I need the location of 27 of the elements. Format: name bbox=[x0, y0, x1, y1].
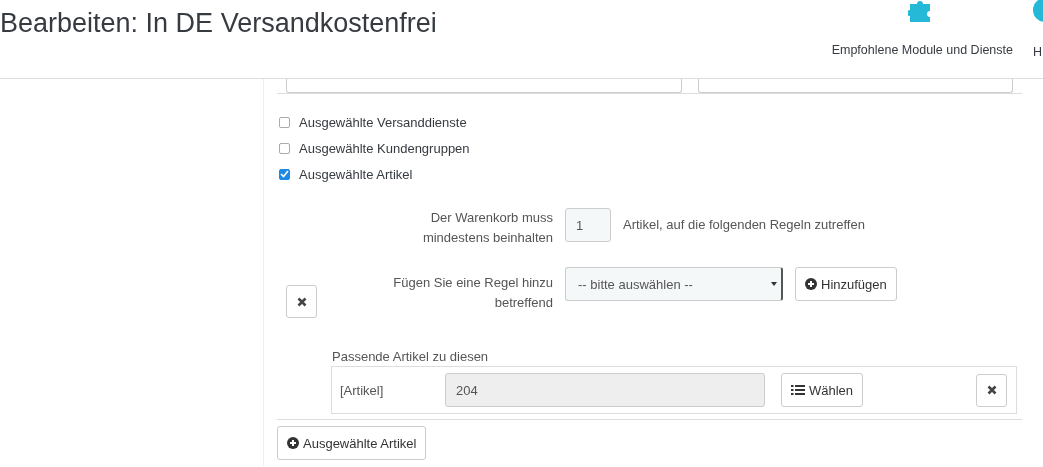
choose-button[interactable]: Wählen bbox=[781, 373, 864, 407]
checkbox[interactable] bbox=[279, 142, 290, 154]
checkbox-option[interactable]: Ausgewählte Artikel bbox=[279, 161, 1022, 187]
checkbox-option[interactable]: Ausgewählte Versanddienste bbox=[279, 109, 1022, 135]
rule-type-label: Fügen Sie eine Regel hinzu betreffend bbox=[392, 273, 553, 312]
list-icon bbox=[791, 384, 805, 396]
checkbox-option[interactable]: Ausgewählte Kundengruppen bbox=[279, 135, 1022, 161]
plus-circle-icon bbox=[805, 278, 817, 290]
add-rule-button[interactable]: Hinzufügen bbox=[795, 267, 897, 301]
rule-group-title: Passende Artikel zu diesen bbox=[332, 349, 490, 365]
add-group-button[interactable]: Ausgewählte Artikel bbox=[277, 426, 427, 460]
help-icon bbox=[1033, 0, 1043, 24]
rule-type-dropdown[interactable]: -- bitte auswählen -- bbox=[565, 267, 783, 301]
close-icon bbox=[296, 296, 307, 307]
plus-circle-icon bbox=[287, 437, 299, 449]
quantity-label: Der Warenkorb muss mindestens beinhalten bbox=[421, 209, 553, 247]
product-field[interactable]: 204 bbox=[445, 373, 765, 407]
quantity-field[interactable]: 1 bbox=[565, 208, 611, 242]
close-icon bbox=[986, 385, 997, 395]
checkbox[interactable] bbox=[279, 168, 290, 180]
checkbox[interactable] bbox=[279, 116, 290, 128]
quantity-suffix: Artikel, auf die folgenden Regeln zutreffen bbox=[623, 216, 865, 234]
caret-icon bbox=[771, 282, 777, 286]
page-title: Bearbeiten: In DE Versandkostenfrei bbox=[0, 7, 437, 40]
toolbar-link[interactable]: Empfohlene Module und Dienste bbox=[831, 0, 1013, 58]
rule-label: [Artikel] bbox=[340, 382, 385, 398]
toolbar-link[interactable]: H bbox=[1033, 0, 1043, 60]
